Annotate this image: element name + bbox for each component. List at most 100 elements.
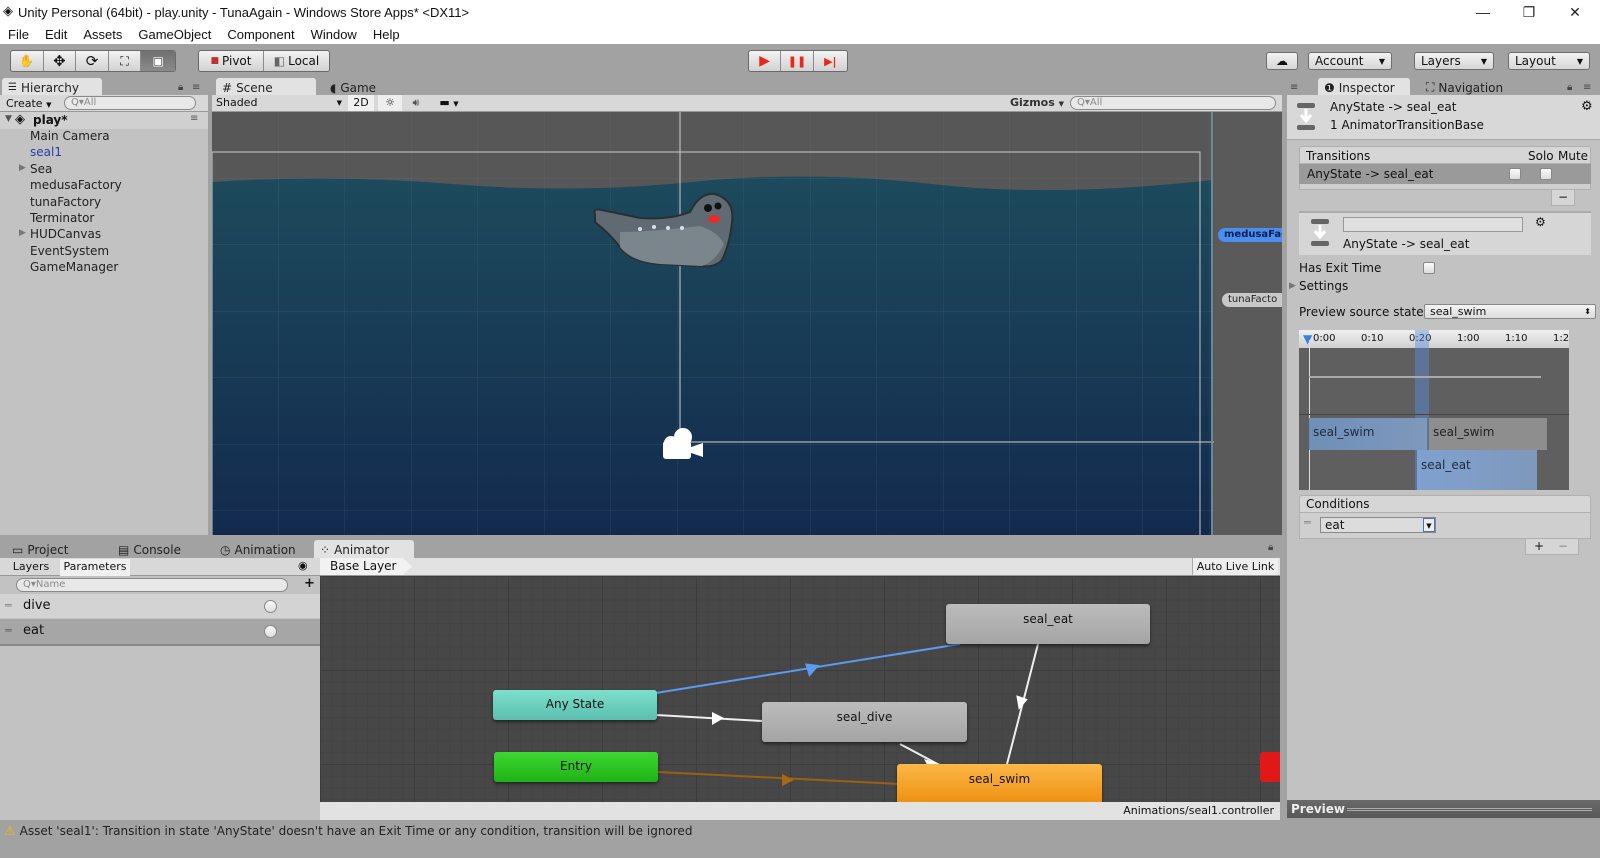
lock-icon[interactable]: 🔒︎: [1268, 542, 1273, 553]
hierarchy-item[interactable]: EventSystem: [30, 244, 109, 258]
state-seal-swim[interactable]: seal_swim: [897, 764, 1102, 802]
layers-dropdown[interactable]: Layers ▼: [1414, 52, 1494, 70]
source-clip-seal-swim-after[interactable]: seal_swim: [1429, 418, 1547, 450]
transition-timeline[interactable]: 0:00 0:10 0:20 1:00 1:10 1:2 ▼ seal_swim…: [1299, 330, 1569, 490]
preview-bar[interactable]: Preview: [1287, 800, 1600, 818]
animator-graph[interactable]: seal_eat Any State seal_dive Entry seal_…: [320, 576, 1280, 802]
eye-icon[interactable]: ◉: [298, 559, 308, 572]
destination-clip-seal-eat[interactable]: seal_eat: [1417, 450, 1537, 490]
add-condition-button[interactable]: +: [1534, 539, 1544, 553]
local-button[interactable]: ◧ Local: [264, 51, 329, 71]
add-parameter-button[interactable]: +: [304, 576, 315, 591]
condition-parameter-dropdown[interactable]: eat ▼: [1320, 517, 1436, 533]
hierarchy-item[interactable]: Terminator: [30, 211, 94, 225]
restore-button[interactable]: ❐: [1506, 0, 1552, 24]
hierarchy-item[interactable]: GameManager: [30, 260, 118, 274]
playhead-marker-icon[interactable]: ▼: [1303, 332, 1312, 346]
hierarchy-item[interactable]: Sea: [30, 162, 52, 176]
gear-icon[interactable]: ⚙: [1581, 99, 1593, 114]
tab-animation[interactable]: ◷ Animation: [214, 540, 310, 559]
state-any-state[interactable]: Any State: [493, 690, 657, 720]
parameter-search-input[interactable]: Q▾Name: [16, 578, 288, 592]
hand-tool-button[interactable]: ✋: [11, 51, 44, 71]
hierarchy-item-selected[interactable]: seal1: [30, 145, 62, 159]
menu-window[interactable]: Window: [303, 27, 365, 42]
rect-tool-button[interactable]: ▣: [141, 51, 175, 71]
settings-foldout[interactable]: Settings: [1299, 279, 1348, 293]
minimize-button[interactable]: —: [1460, 0, 1506, 24]
hierarchy-item[interactable]: tunaFactory: [30, 195, 101, 209]
pivot-button[interactable]: ■ Pivot: [199, 51, 264, 71]
tab-parameters[interactable]: Parameters: [60, 559, 130, 576]
play-button[interactable]: ▶: [749, 51, 782, 71]
parameter-row-selected[interactable]: ═ eat: [0, 619, 320, 644]
auto-live-link-toggle[interactable]: Auto Live Link: [1192, 558, 1278, 575]
gizmos-dropdown[interactable]: Gizmos ▼: [1010, 96, 1066, 109]
transition-name-input[interactable]: [1343, 217, 1523, 232]
lock-icon[interactable]: 🔒︎: [1567, 82, 1572, 93]
breadcrumb-base-layer[interactable]: Base Layer: [320, 558, 412, 575]
audio-toggle[interactable]: 🔊︎: [404, 95, 428, 111]
tab-project[interactable]: ▭ Project: [6, 540, 106, 559]
remove-transition-button[interactable]: −: [1551, 190, 1575, 206]
layout-dropdown[interactable]: Layout ▼: [1508, 52, 1590, 70]
hierarchy-item[interactable]: Main Camera: [30, 129, 110, 143]
shading-mode-dropdown[interactable]: Shaded ▼: [216, 96, 342, 109]
expand-arrow-icon[interactable]: ▶: [1289, 281, 1296, 291]
medusa-factory-label[interactable]: medusaFac: [1218, 228, 1282, 242]
tuna-factory-label[interactable]: tunaFacto: [1222, 293, 1282, 307]
scene-view[interactable]: medusaFac tunaFacto: [212, 112, 1282, 535]
state-exit-partial[interactable]: [1260, 752, 1280, 782]
2d-toggle[interactable]: 2D: [348, 95, 374, 111]
menu-help[interactable]: Help: [365, 27, 408, 42]
parameter-row[interactable]: ═ dive: [0, 594, 320, 618]
lighting-toggle[interactable]: ☼: [378, 95, 402, 111]
source-clip-seal-swim[interactable]: seal_swim: [1309, 418, 1427, 450]
status-bar[interactable]: ⚠ Asset 'seal1': Transition in state 'An…: [0, 820, 1600, 842]
create-dropdown[interactable]: Create ▼: [6, 97, 51, 110]
lock-icon[interactable]: 🔒︎: [178, 82, 183, 93]
scene-search-input[interactable]: Q▾All: [1070, 96, 1276, 110]
rotate-tool-button[interactable]: ⟳: [76, 51, 109, 71]
state-entry[interactable]: Entry: [494, 752, 658, 782]
trigger-radio[interactable]: [264, 600, 277, 613]
close-button[interactable]: ✕: [1552, 0, 1598, 24]
menu-assets[interactable]: Assets: [75, 27, 130, 42]
state-seal-dive[interactable]: seal_dive: [762, 702, 967, 742]
menu-gameobject[interactable]: GameObject: [130, 27, 219, 42]
has-exit-time-checkbox[interactable]: [1423, 262, 1435, 274]
solo-checkbox[interactable]: [1509, 168, 1521, 180]
drag-handle-icon[interactable]: ═: [5, 624, 12, 637]
tab-console[interactable]: ▤ Console: [112, 540, 212, 559]
panel-menu-icon[interactable]: ≡: [1583, 82, 1591, 93]
status-message[interactable]: Asset 'seal1': Transition in state 'AnyS…: [20, 824, 693, 838]
mute-checkbox[interactable]: [1540, 168, 1552, 180]
menu-edit[interactable]: Edit: [37, 27, 75, 42]
trigger-radio[interactable]: [264, 625, 277, 638]
menu-file[interactable]: File: [0, 27, 37, 42]
transition-list-row[interactable]: AnyState -> seal_eat: [1299, 164, 1591, 184]
hierarchy-item[interactable]: HUDCanvas: [30, 227, 101, 241]
account-dropdown[interactable]: Account ▼: [1308, 52, 1392, 70]
transition-entry-to-seal-swim[interactable]: [657, 771, 901, 785]
panel-menu-icon[interactable]: ≡: [1290, 82, 1298, 93]
effects-dropdown[interactable]: ▬ ▼: [432, 95, 466, 111]
menu-component[interactable]: Component: [219, 27, 302, 42]
expand-arrow-icon[interactable]: ▼: [5, 114, 12, 124]
scene-root-row[interactable]: ▼ ◈ play* ≡: [0, 112, 208, 129]
drag-handle-icon[interactable]: ═: [5, 599, 12, 612]
tab-animator[interactable]: ⁘ Animator: [314, 540, 414, 559]
pause-button[interactable]: ❚❚: [781, 51, 814, 71]
scene-menu-icon[interactable]: ≡: [190, 113, 198, 124]
expand-arrow-icon[interactable]: ▶: [19, 163, 26, 173]
cloud-button[interactable]: ☁: [1266, 52, 1298, 70]
hierarchy-search-input[interactable]: Q▾All: [64, 96, 196, 110]
scale-tool-button[interactable]: ⛶: [109, 51, 142, 71]
step-button[interactable]: ▶|: [814, 51, 847, 71]
hierarchy-item[interactable]: medusaFactory: [30, 178, 122, 192]
state-seal-eat[interactable]: seal_eat: [946, 604, 1150, 644]
preview-source-dropdown[interactable]: seal_swim ⬍: [1424, 304, 1596, 319]
gear-icon[interactable]: ⚙: [1535, 215, 1546, 229]
drag-handle-icon[interactable]: ═: [1304, 516, 1311, 529]
remove-condition-button[interactable]: −: [1558, 539, 1568, 553]
